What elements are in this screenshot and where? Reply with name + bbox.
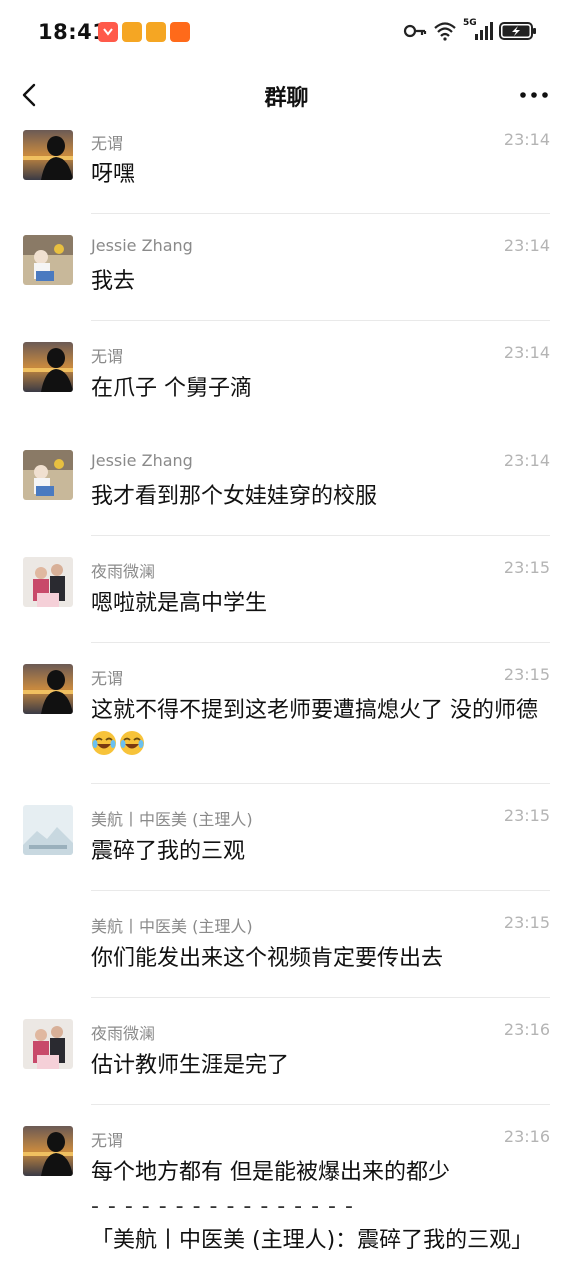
- divider: [91, 997, 550, 998]
- message-sender: 无谓: [91, 347, 124, 366]
- divider: [91, 642, 550, 643]
- notification-app-icon: [146, 22, 166, 42]
- message-list[interactable]: 无谓 23:14 呀嘿 Jessie Zhang 23:14 我去 无谓 23:…: [0, 124, 573, 1280]
- notification-app-icon: [170, 22, 190, 42]
- message-item[interactable]: Jessie Zhang 23:14 我去: [0, 231, 573, 321]
- message-text: 估计教师生涯是完了: [91, 1053, 290, 1078]
- message-time: 23:15: [503, 913, 550, 932]
- key-icon: [403, 24, 427, 38]
- message-time: 23:14: [503, 130, 550, 149]
- message-time: 23:16: [503, 1020, 550, 1039]
- divider: [91, 320, 550, 321]
- notification-app-icon: [122, 22, 142, 42]
- avatar[interactable]: [23, 664, 73, 714]
- laugh-cry-emoji-icon: [120, 731, 144, 755]
- message-sender: Jessie Zhang: [91, 236, 193, 255]
- status-bar: 18:41 5G: [0, 0, 573, 66]
- status-time: 18:41: [38, 20, 108, 44]
- divider: [91, 783, 550, 784]
- avatar[interactable]: [23, 557, 73, 607]
- message-item[interactable]: 夜雨微澜 23:16 估计教师生涯是完了: [0, 1015, 573, 1105]
- message-time: 23:16: [503, 1127, 550, 1146]
- message-time: 23:14: [503, 451, 550, 470]
- page-title: 群聊: [264, 86, 309, 111]
- wifi-icon: [434, 22, 456, 41]
- message-text: 这就不得不提到这老师要遭搞熄火了 没的师德: [91, 698, 538, 723]
- avatar[interactable]: [23, 1126, 73, 1176]
- more-dots-icon: [520, 92, 548, 98]
- status-indicators: 5G: [403, 18, 537, 42]
- message-time: 23:15: [503, 806, 550, 825]
- more-button[interactable]: [517, 80, 551, 110]
- message-item[interactable]: 美航丨中医美 (主理人) 23:15 震碎了我的三观: [0, 801, 573, 891]
- avatar[interactable]: [23, 235, 73, 285]
- message-item[interactable]: 无谓 23:14 呀嘿: [0, 124, 573, 214]
- message-item[interactable]: 无谓 23:16 每个地方都有 但是能被爆出来的都少 - - - - - - -…: [0, 1122, 573, 1280]
- avatar[interactable]: [23, 450, 73, 500]
- message-sender: 无谓: [91, 1131, 124, 1150]
- quoted-message[interactable]: 「美航丨中医美 (主理人)：震碎了我的三观」: [91, 1224, 551, 1258]
- message-text: 我去: [91, 269, 136, 294]
- avatar[interactable]: [23, 1019, 73, 1069]
- notification-app-icon: [98, 22, 118, 42]
- signal-icon: [475, 22, 493, 40]
- message-item[interactable]: 无谓 23:15 这就不得不提到这老师要遭搞熄火了 没的师德: [0, 660, 573, 784]
- notification-icons: [98, 22, 190, 42]
- message-text: 我才看到那个女娃娃穿的校服: [91, 484, 378, 509]
- message-sender: 夜雨微澜: [91, 1024, 156, 1043]
- message-time: 23:15: [503, 558, 550, 577]
- message-item[interactable]: Jessie Zhang 23:14 我才看到那个女娃娃穿的校服: [0, 446, 573, 536]
- message-sender: 美航丨中医美 (主理人): [91, 917, 253, 936]
- message-text: 你们能发出来这个视频肯定要传出去: [91, 946, 444, 971]
- laugh-cry-emoji-icon: [92, 731, 116, 755]
- quote-separator: - - - - - - - - - - - - - - - -: [91, 1194, 354, 1219]
- message-time: 23:14: [503, 236, 550, 255]
- divider: [91, 1104, 550, 1105]
- message-sender: 夜雨微澜: [91, 562, 156, 581]
- avatar[interactable]: [23, 342, 73, 392]
- message-sender: 无谓: [91, 669, 124, 688]
- message-text-container: 这就不得不提到这老师要遭搞熄火了 没的师德: [91, 694, 551, 762]
- message-sender: 美航丨中医美 (主理人): [91, 810, 253, 829]
- message-text: 呀嘿: [91, 162, 136, 187]
- avatar[interactable]: [23, 805, 73, 855]
- avatar[interactable]: [23, 130, 73, 180]
- signal-indicator: 5G: [463, 18, 493, 42]
- message-time: 23:14: [503, 343, 550, 362]
- chat-header: 群聊: [0, 66, 573, 124]
- message-text-container: 每个地方都有 但是能被爆出来的都少 - - - - - - - - - - - …: [91, 1156, 551, 1258]
- message-item[interactable]: 无谓 23:14 在爪子 个舅子滴: [0, 338, 573, 428]
- message-item[interactable]: 夜雨微澜 23:15 嗯啦就是高中学生: [0, 553, 573, 643]
- message-sender: Jessie Zhang: [91, 451, 193, 470]
- message-item[interactable]: 美航丨中医美 (主理人) 23:15 你们能发出来这个视频肯定要传出去: [0, 908, 573, 998]
- divider: [91, 535, 550, 536]
- message-text: 每个地方都有 但是能被爆出来的都少: [91, 1160, 450, 1185]
- message-text: 震碎了我的三观: [91, 839, 246, 864]
- divider: [91, 890, 550, 891]
- divider: [91, 213, 550, 214]
- battery-charging-icon: [499, 22, 536, 40]
- message-text: 嗯啦就是高中学生: [91, 591, 268, 616]
- message-sender: 无谓: [91, 134, 124, 153]
- message-text: 在爪子 个舅子滴: [91, 376, 252, 401]
- message-time: 23:15: [503, 665, 550, 684]
